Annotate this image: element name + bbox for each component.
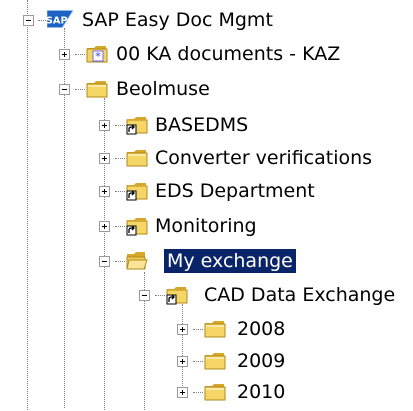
folder-icon [86, 79, 108, 99]
tree-connector [193, 392, 203, 393]
expand-toggle[interactable] [177, 387, 188, 398]
shortcut-folder-icon [126, 181, 148, 201]
tree-connector [104, 98, 105, 410]
expand-toggle[interactable] [99, 221, 110, 232]
tree-node-label[interactable]: 2009 [234, 349, 288, 373]
expand-toggle[interactable] [59, 49, 70, 60]
tree-connector [38, 20, 46, 21]
document-tree: SAP Easy Doc Mgmt 00 KA documents - KAZ … [0, 0, 413, 411]
shortcut-folder-icon [126, 216, 148, 236]
tree-node-label[interactable]: BASEDMS [152, 113, 251, 137]
tree-node-label[interactable]: CAD Data Exchange [201, 283, 398, 307]
tree-node-label[interactable]: 2008 [234, 317, 288, 341]
folder-icon [126, 148, 148, 168]
tree-connector [75, 54, 85, 55]
expand-toggle[interactable] [99, 153, 110, 164]
tree-node-label[interactable]: 00 KA documents - KAZ [113, 42, 343, 66]
folder-icon [204, 319, 226, 339]
sap-logo-icon [47, 10, 73, 28]
open-folder-icon [126, 251, 148, 271]
tree-connector [27, 0, 28, 410]
collapse-toggle[interactable] [99, 256, 110, 267]
expand-toggle[interactable] [177, 356, 188, 367]
tree-connector [155, 295, 165, 296]
collapse-toggle[interactable] [139, 290, 150, 301]
tree-connector [193, 329, 203, 330]
tree-node-label[interactable]: Monitoring [152, 214, 260, 238]
tree-node-label[interactable]: Beolmuse [113, 77, 213, 101]
folder-icon [204, 351, 226, 371]
favorite-folder-icon [86, 44, 108, 64]
tree-node-label[interactable]: My exchange [164, 249, 296, 273]
collapse-toggle[interactable] [23, 15, 34, 26]
shortcut-folder-icon [126, 115, 148, 135]
folder-icon [204, 382, 226, 402]
tree-connector [193, 361, 203, 362]
tree-connector [115, 261, 125, 262]
tree-node-label[interactable]: EDS Department [152, 179, 318, 203]
tree-node-label[interactable]: Converter verifications [152, 146, 375, 170]
expand-toggle[interactable] [99, 120, 110, 131]
tree-connector [115, 125, 125, 126]
expand-toggle[interactable] [99, 186, 110, 197]
shortcut-folder-icon [166, 285, 188, 305]
tree-node-label[interactable]: 2010 [234, 380, 288, 404]
tree-connector [182, 304, 183, 386]
expand-toggle[interactable] [177, 324, 188, 335]
collapse-toggle[interactable] [59, 84, 70, 95]
tree-connector [115, 158, 125, 159]
tree-connector [115, 226, 125, 227]
tree-connector [75, 89, 85, 90]
tree-node-label[interactable]: SAP Easy Doc Mgmt [79, 8, 276, 32]
tree-connector [115, 191, 125, 192]
